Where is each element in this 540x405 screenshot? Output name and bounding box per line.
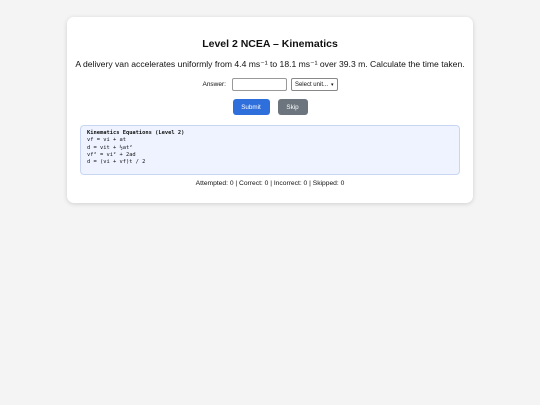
page-title: Level 2 NCEA – Kinematics (202, 38, 338, 50)
quiz-card: Level 2 NCEA – Kinematics A delivery van… (67, 17, 473, 203)
equations-box: Kinematics Equations (Level 2) vf = vi +… (80, 125, 460, 175)
equations-title: Kinematics Equations (Level 2) (87, 130, 185, 136)
answer-row: Answer: Select unit... ▾ (67, 78, 473, 91)
equation-line: d = (vi + vf)t / 2 (87, 159, 146, 166)
equation-line: vf² = vi² + 2ad (87, 151, 136, 158)
equation-line: vf = vi + at (87, 137, 126, 144)
stats-text: Attempted: 0 | Correct: 0 | Incorrect: 0… (195, 180, 345, 187)
button-row: Submit Skip (67, 99, 473, 115)
answer-label: Answer: (202, 81, 226, 88)
chevron-down-icon: ▾ (331, 81, 334, 88)
submit-button[interactable]: Submit (232, 99, 270, 115)
question-text: A delivery van accelerates uniformly fro… (75, 59, 465, 69)
unit-select-value: Select unit... (294, 81, 328, 88)
answer-input[interactable] (231, 78, 287, 91)
equation-line: d = vit + ½at² (87, 144, 133, 151)
unit-select[interactable]: Select unit... ▾ (290, 78, 338, 91)
skip-button[interactable]: Skip (277, 99, 308, 115)
